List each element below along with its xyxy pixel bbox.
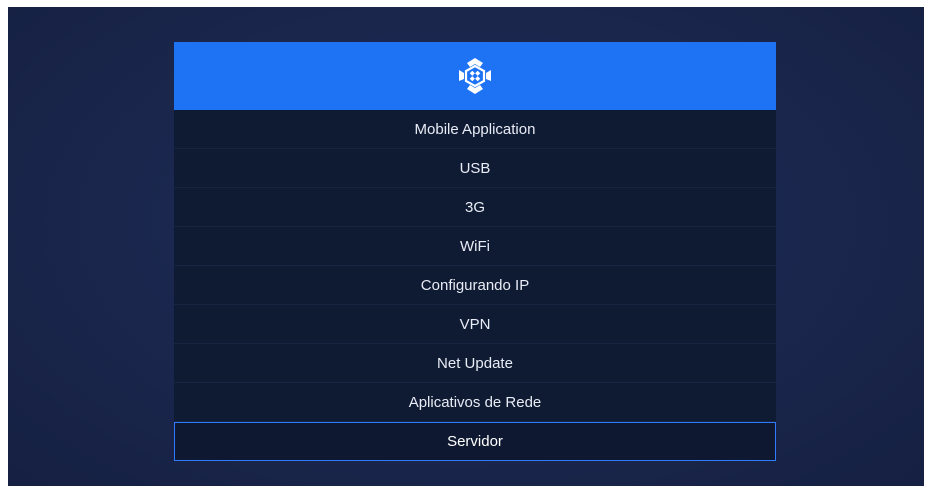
menu-item-label: Servidor <box>447 433 503 450</box>
network-logo-icon <box>459 58 491 94</box>
menu-item-mobile-application[interactable]: Mobile Application <box>174 110 776 149</box>
menu-item-servidor[interactable]: Servidor <box>174 422 776 461</box>
menu-item-label: WiFi <box>460 237 490 255</box>
menu-item-label: Aplicativos de Rede <box>408 393 542 411</box>
menu-item-label: VPN <box>459 315 491 333</box>
menu-item-label: Configurando IP <box>420 276 530 294</box>
menu-item-label: Net Update <box>437 354 513 372</box>
menu-item-configurando-ip[interactable]: Configurando IP <box>174 266 776 305</box>
menu-item-aplicativos-de-rede[interactable]: Aplicativos de Rede <box>174 383 776 422</box>
menu-item-label: 3G <box>464 198 485 216</box>
menu-item-vpn[interactable]: VPN <box>174 305 776 344</box>
menu-item-wifi[interactable]: WiFi <box>174 227 776 266</box>
menu-item-3g[interactable]: 3G <box>174 188 776 227</box>
network-menu-list: Mobile Application USB 3G WiFi Configura… <box>174 110 776 461</box>
tv-screen: Mobile Application USB 3G WiFi Configura… <box>8 7 924 486</box>
menu-header <box>174 42 776 110</box>
menu-item-label: USB <box>459 159 491 177</box>
menu-item-net-update[interactable]: Net Update <box>174 344 776 383</box>
network-menu-panel: Mobile Application USB 3G WiFi Configura… <box>174 42 776 461</box>
menu-item-label: Mobile Application <box>414 120 536 138</box>
menu-item-usb[interactable]: USB <box>174 149 776 188</box>
